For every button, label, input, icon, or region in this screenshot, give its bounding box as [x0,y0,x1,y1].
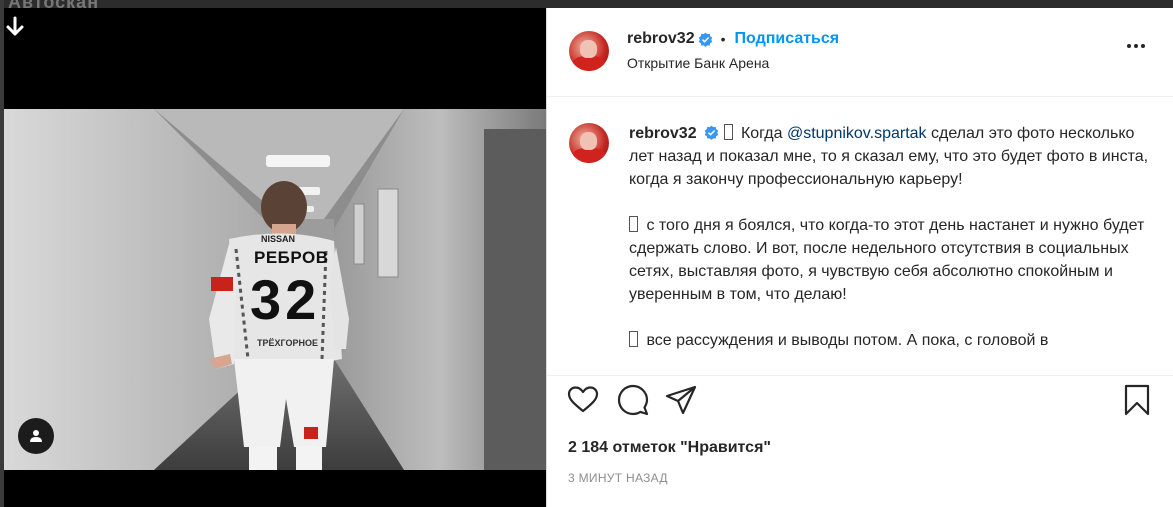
jersey-sponsor-top: NISSAN [261,234,296,244]
follow-button[interactable]: Подписаться [735,30,840,48]
emoji-placeholder-icon [723,124,733,140]
heart-icon[interactable] [567,384,599,416]
jersey-number: 32 [250,268,321,331]
mention-link[interactable]: @stupnikov.spartak [787,125,927,142]
header-username[interactable]: rebrov32 [627,30,695,48]
share-icon[interactable] [665,384,697,416]
user-tag-icon[interactable] [18,418,54,454]
emoji-placeholder-icon [629,331,638,347]
caption-para1-before: Когда [736,125,787,142]
location-link[interactable]: Открытие Банк Арена [627,55,769,71]
more-options-icon[interactable] [1127,44,1145,48]
caption-para3: все рассуждения и выводы потом. А пока, … [642,332,1049,349]
background-window-strip: Автоскан [0,0,1173,12]
separator-dot: • [720,31,726,47]
verified-badge-icon [698,32,712,47]
avatar[interactable] [569,31,609,71]
jersey-name: РЕБРОВ [254,248,329,267]
likes-count[interactable]: 2 184 отметок "Нравится" [568,439,771,457]
avatar[interactable] [569,123,609,163]
jersey-sponsor-bottom: ТРЁХГОРНОЕ [257,338,319,348]
caption-username[interactable]: rebrov32 [629,125,697,142]
bookmark-icon[interactable] [1121,384,1153,416]
caption-area[interactable]: rebrov32 Когда @stupnikov.spartak сделал… [547,98,1173,375]
post-timestamp[interactable]: 3 минут назад [568,471,668,485]
comment-icon[interactable] [617,384,649,416]
post-header: rebrov32 • Подписаться Открытие Банк Аре… [547,8,1173,97]
caption-para2: с того дня я боялся, что когда-то этот д… [629,217,1145,303]
post-side-panel: rebrov32 • Подписаться Открытие Банк Аре… [546,8,1173,507]
divider [547,375,1173,376]
post-media: NISSAN РЕБРОВ 32 ТРЁХГОРНОЕ [4,8,546,507]
caption-text: rebrov32 Когда @stupnikov.spartak сделал… [629,122,1149,375]
back-arrow-icon[interactable] [4,16,26,42]
action-bar [567,384,1157,420]
verified-badge-icon [704,125,719,140]
emoji-placeholder-icon [629,216,638,232]
